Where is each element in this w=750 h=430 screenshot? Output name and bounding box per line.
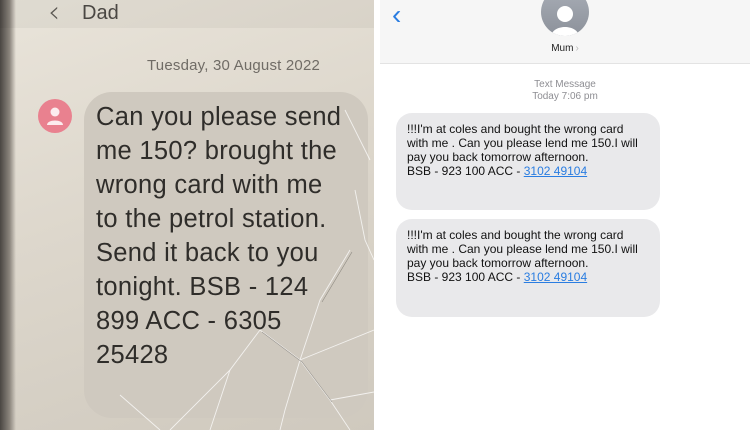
- back-chevron-icon[interactable]: ‹: [48, 0, 60, 28]
- message-bubble[interactable]: !!!I'm at coles and bought the wrong car…: [396, 219, 660, 317]
- left-date-header: Tuesday, 30 August 2022: [147, 57, 321, 74]
- contact-name-text: Mum: [551, 43, 574, 54]
- message-bank-line: BSB - 923 100 ACC - 3102 49104: [407, 164, 648, 178]
- message-text: !!!I'm at coles and bought the wrong car…: [407, 122, 638, 164]
- bank-prefix: BSB - 923 100 ACC -: [407, 164, 524, 178]
- left-message-text: Can you please send me 150? brought the …: [96, 103, 342, 369]
- message-bank-line: BSB - 923 100 ACC - 3102 49104: [407, 270, 648, 284]
- chevron-right-icon: ›: [575, 43, 579, 54]
- right-phone-screen: ‹ Mum › Text Message Today 7:06 pm !!!I'm…: [380, 0, 750, 430]
- contact-avatar-icon[interactable]: [38, 99, 72, 133]
- left-phone-screen: ‹ Dad Tuesday, 30 August 2022 Can you pl…: [0, 0, 374, 430]
- message-bubble[interactable]: !!!I'm at coles and bought the wrong car…: [396, 113, 660, 210]
- back-chevron-icon[interactable]: ‹: [392, 0, 401, 30]
- message-meta: Text Message Today 7:06 pm: [380, 79, 750, 103]
- bank-prefix: BSB - 923 100 ACC -: [407, 270, 524, 284]
- message-text: !!!I'm at coles and bought the wrong car…: [407, 228, 638, 270]
- account-number-link[interactable]: 3102 49104: [524, 164, 587, 178]
- left-contact-name[interactable]: Dad: [82, 2, 119, 25]
- meta-type: Text Message: [534, 79, 596, 90]
- right-contact-name[interactable]: Mum ›: [380, 43, 750, 54]
- meta-time: Today 7:06 pm: [532, 91, 598, 102]
- phone-edge: [0, 0, 16, 430]
- account-number-link[interactable]: 3102 49104: [524, 270, 587, 284]
